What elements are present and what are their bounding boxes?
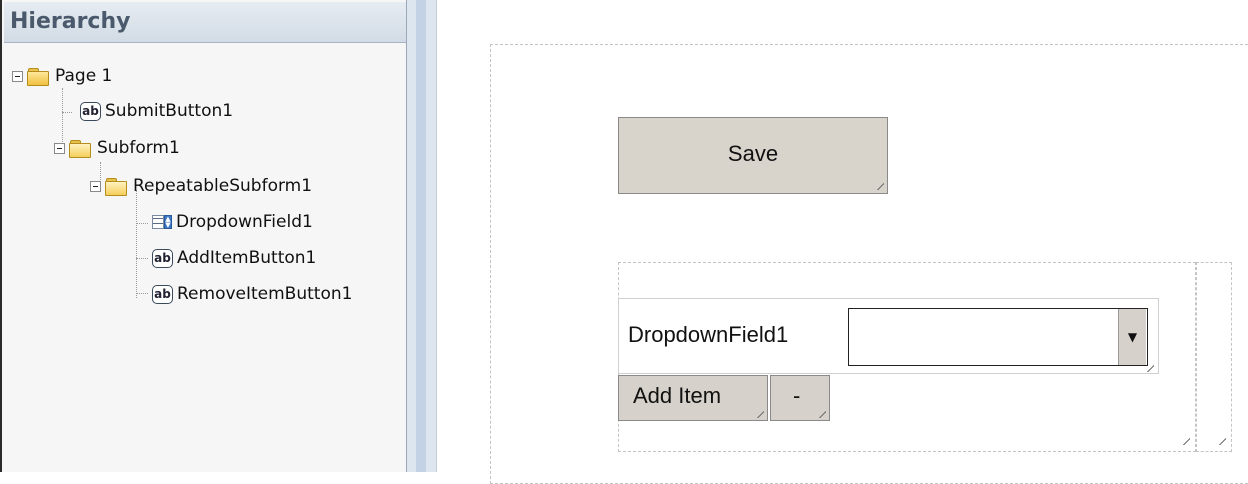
subform-outline[interactable]: [1196, 262, 1232, 452]
button-ab-icon: ab: [80, 101, 101, 121]
folder-icon: [27, 67, 49, 86]
hierarchy-title: Hierarchy: [4, 2, 406, 43]
collapse-toggle-icon[interactable]: [54, 142, 65, 154]
tree-item-label: Page 1: [55, 66, 113, 86]
tree-line: [136, 258, 148, 259]
add-item-button-label: Add Item: [633, 383, 722, 408]
tree-item-submitbutton1[interactable]: ab SubmitButton1: [80, 97, 233, 125]
save-button[interactable]: Save: [618, 117, 888, 194]
save-button-label: Save: [727, 140, 779, 166]
tree-item-label: DropdownField1: [176, 212, 313, 232]
tree-line: [136, 223, 148, 224]
button-ab-icon: ab: [152, 248, 173, 268]
tree-item-removeitembutton1[interactable]: ab RemoveItemButton1: [152, 280, 407, 308]
dropdown-field-label: DropdownField1: [628, 322, 789, 347]
tree-item-label: Subform1: [97, 138, 180, 158]
collapse-toggle-icon[interactable]: [12, 70, 23, 82]
tree-item-subform1[interactable]: Subform1: [54, 134, 180, 162]
dropdown-field-input[interactable]: [848, 308, 1148, 366]
add-item-button[interactable]: Add Item: [618, 375, 768, 421]
chevron-down-icon: ▼: [1127, 330, 1138, 344]
hierarchy-panel: Hierarchy Page 1 ab SubmitButton1 Subfor…: [0, 0, 407, 472]
tree-line: [136, 190, 137, 298]
tree-item-label: RepeatableSubform1: [133, 176, 313, 196]
tree-item-label: AddItemButton1: [177, 248, 317, 268]
collapse-toggle-icon[interactable]: [90, 180, 101, 192]
folder-open-icon: [69, 139, 91, 158]
dropdown-arrow-button[interactable]: ▼: [1118, 309, 1146, 365]
remove-item-button-label: -: [793, 383, 801, 408]
tree-line: [62, 112, 72, 113]
tree-item-label: SubmitButton1: [105, 101, 234, 121]
tree-item-additembutton1[interactable]: ab AddItemButton1: [152, 244, 316, 272]
tree-item-label: RemoveItemButton1: [177, 284, 353, 304]
tree-item-dropdownfield1[interactable]: ▲ ▼ DropdownField1: [152, 208, 313, 236]
dropdown-list-icon: ▲ ▼: [152, 213, 172, 231]
folder-open-icon: [105, 177, 127, 196]
splitter-handle[interactable]: [416, 0, 426, 472]
tree-item-repeatablesubform1[interactable]: RepeatableSubform1: [90, 172, 312, 200]
button-ab-icon: ab: [152, 284, 173, 304]
tree-line: [136, 293, 148, 294]
tree-item-page-1[interactable]: Page 1: [12, 62, 112, 90]
